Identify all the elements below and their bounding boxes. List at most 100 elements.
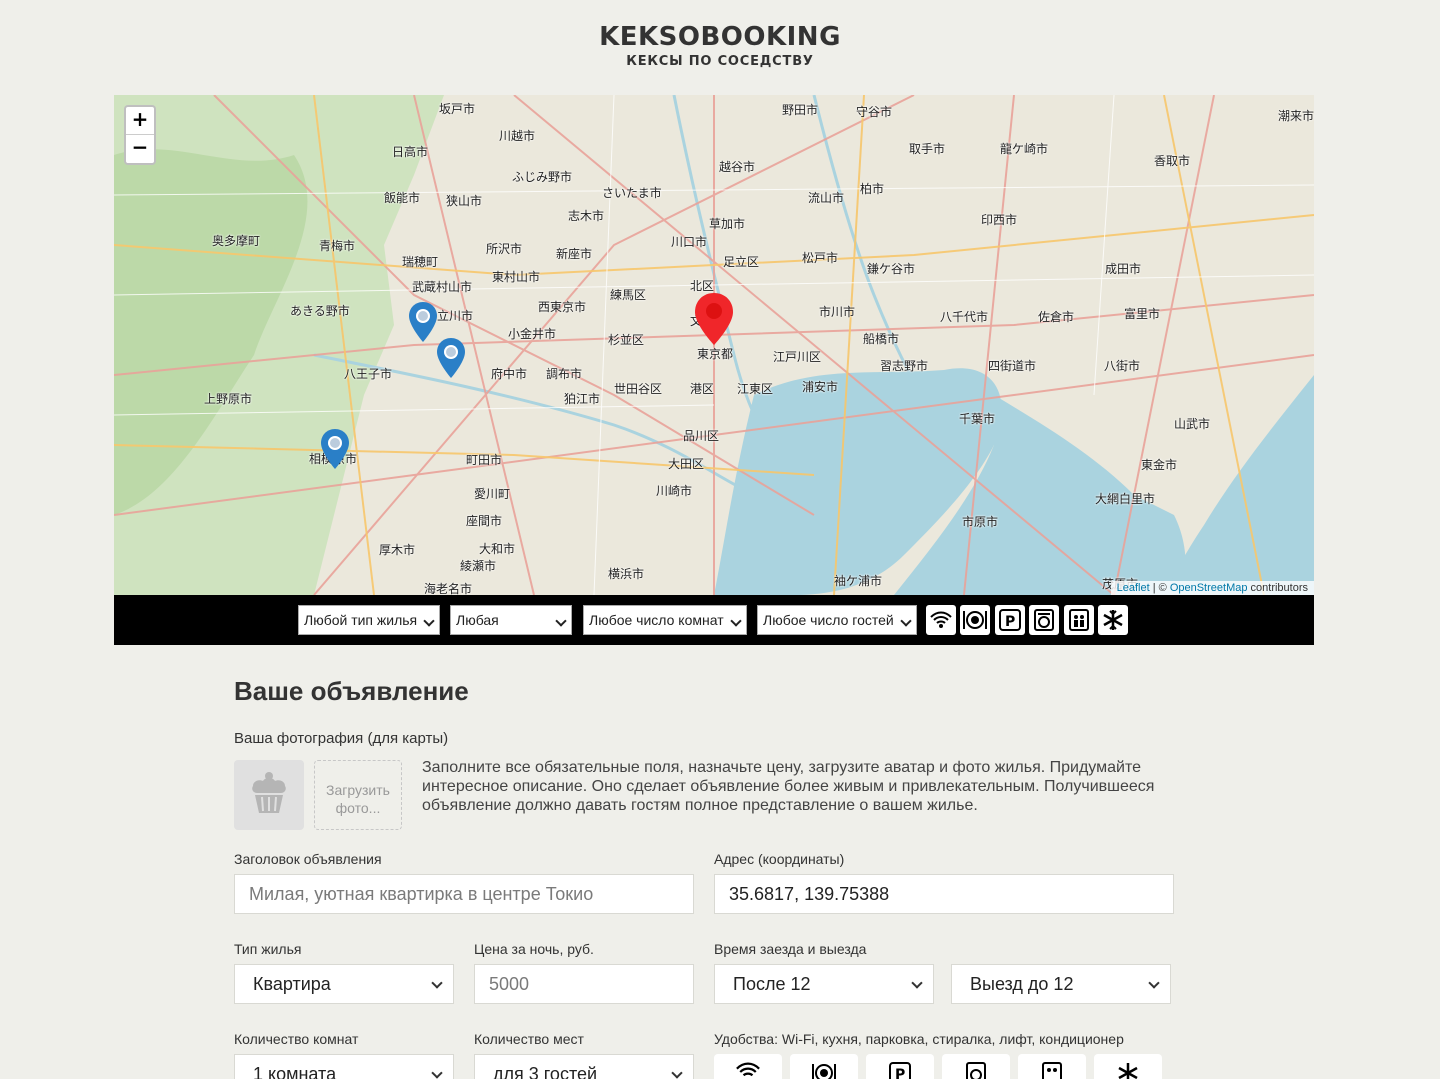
avatar-upload[interactable]: Загрузить фото...	[314, 760, 402, 830]
map-place-label: 印西市	[981, 213, 1018, 227]
type-label: Тип жилья	[234, 941, 302, 957]
housing-price-filter[interactable]: Любая	[450, 605, 572, 635]
attribution-separator: | ©	[1149, 582, 1170, 594]
feature-elevator[interactable]	[1018, 1054, 1086, 1079]
map-attribution: Leaflet | © OpenStreetMap contributors	[1110, 581, 1314, 595]
map-place-label: 港区	[690, 382, 715, 396]
dishwasher-icon	[963, 611, 987, 629]
elevator-icon	[1069, 609, 1089, 631]
map-place-label: 町田市	[466, 453, 503, 467]
map[interactable]: 坂戸市 野田市 守谷市 潮来市 日高市 川越市 越谷市 取手市 龍ケ崎市 香取市 ふじみ野市 さいたま…	[114, 95, 1314, 595]
address-input[interactable]: 35.6817, 139.75388	[714, 874, 1174, 914]
housing-guests-filter[interactable]: Любое число гостей	[757, 605, 917, 635]
housing-rooms-filter[interactable]: Любое число комнат	[583, 605, 747, 635]
timein-select[interactable]: После 12	[714, 964, 934, 1004]
price-input[interactable]: 5000	[474, 964, 694, 1004]
map-place-label: 船橋市	[863, 332, 900, 346]
map-place-label: 習志野市	[880, 359, 929, 373]
elevator-icon	[1042, 1062, 1062, 1079]
title-input[interactable]: Милая, уютная квартирка в центре Токио	[234, 874, 694, 914]
parking-icon: P	[889, 1062, 911, 1079]
map-place-label: 守谷市	[856, 105, 893, 119]
features-label: Удобства: Wi-Fi, кухня, парковка, стирал…	[714, 1031, 1124, 1047]
map-place-label: 山武市	[1174, 417, 1211, 431]
logo-title[interactable]: KEKSOBOOKING	[0, 22, 1440, 52]
rooms-select[interactable]: 1 комната	[234, 1054, 454, 1079]
map-place-label: 杉並区	[608, 333, 645, 347]
map-place-label: 大和市	[479, 542, 516, 556]
map-place-label: 練馬区	[610, 288, 647, 302]
map-place-label: 足立区	[723, 255, 760, 269]
osm-link[interactable]: OpenStreetMap	[1170, 582, 1248, 594]
map-place-label: 東金市	[1141, 458, 1178, 472]
housing-type-filter[interactable]: Любой тип жилья	[298, 605, 440, 635]
main-map-pin[interactable]	[694, 293, 734, 345]
zoom-out-button[interactable]: −	[126, 135, 154, 163]
map-place-label: 江東区	[737, 382, 774, 396]
map-place-label: 調布市	[546, 367, 583, 381]
feature-parking[interactable]: P	[866, 1054, 934, 1079]
zoom-control: + −	[124, 105, 156, 165]
map-pin[interactable]	[436, 338, 466, 378]
map-place-label: 香取市	[1154, 154, 1191, 168]
map-place-label: 川口市	[671, 235, 708, 249]
map-place-label: 松戸市	[802, 251, 839, 265]
map-place-label: 八千代市	[940, 310, 989, 324]
capacity-select[interactable]: для 3 гостей	[474, 1054, 694, 1079]
map-place-label: あきる野市	[290, 304, 350, 318]
map-place-label: 大網白里市	[1095, 492, 1156, 506]
map-place-label: 海老名市	[424, 582, 473, 595]
map-place-label: 取手市	[909, 142, 946, 156]
map-place-label: 市川市	[819, 305, 856, 319]
map-place-label: 綾瀬市	[460, 559, 497, 573]
feature-wifi[interactable]	[714, 1054, 782, 1079]
wifi-icon	[736, 1062, 760, 1077]
map-place-label: 流山市	[808, 191, 845, 205]
map-place-label: 世田谷区	[614, 382, 663, 396]
filter-wifi[interactable]	[926, 605, 956, 635]
filter-conditioner[interactable]	[1098, 605, 1128, 635]
map-place-label: 愛川町	[474, 487, 511, 501]
map-place-label: ふじみ野市	[512, 170, 573, 184]
filter-parking[interactable]: P	[995, 605, 1025, 635]
map-place-label: 所沢市	[486, 242, 523, 256]
attribution-suffix: contributors	[1247, 582, 1308, 594]
map-place-label: 千葉市	[959, 412, 996, 426]
map-place-label: 坂戸市	[439, 102, 476, 116]
map-place-label: 川崎市	[656, 484, 693, 498]
timeout-select[interactable]: Выезд до 12	[951, 964, 1171, 1004]
map-place-label: 大田区	[668, 457, 705, 471]
map-place-label: 座間市	[466, 514, 503, 528]
avatar-preview	[234, 760, 304, 830]
map-place-label: 西東京市	[538, 300, 587, 314]
conditioner-icon	[1103, 610, 1123, 630]
map-place-label: 四街道市	[988, 359, 1037, 373]
parking-icon: P	[999, 609, 1021, 631]
price-label: Цена за ночь, руб.	[474, 941, 594, 957]
map-place-label: 立川市	[437, 309, 474, 323]
map-place-label: 狛江市	[564, 392, 601, 406]
filter-washer[interactable]	[1029, 605, 1059, 635]
feature-dishwasher[interactable]	[790, 1054, 858, 1079]
form-info-text: Заполните все обязательные поля, назначь…	[422, 759, 1155, 814]
map-place-label: 潮来市	[1278, 109, 1314, 123]
map-place-label: 飯能市	[384, 191, 421, 205]
map-place-label: 厚木市	[379, 543, 416, 557]
avatar-label: Ваша фотография (для карты)	[234, 730, 449, 747]
form-title: Ваше объявление	[234, 676, 469, 706]
map-pin[interactable]	[320, 429, 350, 469]
map-place-label: 富里市	[1124, 307, 1161, 321]
filter-elevator[interactable]	[1064, 605, 1094, 635]
type-select[interactable]: Квартира	[234, 964, 454, 1004]
map-place-label: 市原市	[962, 515, 999, 529]
filter-dishwasher[interactable]	[960, 605, 990, 635]
map-place-label: 新座市	[556, 247, 593, 261]
map-pin[interactable]	[408, 302, 438, 342]
map-place-label: 八街市	[1104, 359, 1141, 373]
feature-washer[interactable]	[942, 1054, 1010, 1079]
feature-conditioner[interactable]	[1094, 1054, 1162, 1079]
capacity-label: Количество мест	[474, 1031, 584, 1047]
map-place-label: さいたま市	[602, 186, 662, 200]
zoom-in-button[interactable]: +	[126, 107, 154, 135]
leaflet-link[interactable]: Leaflet	[1117, 582, 1150, 594]
